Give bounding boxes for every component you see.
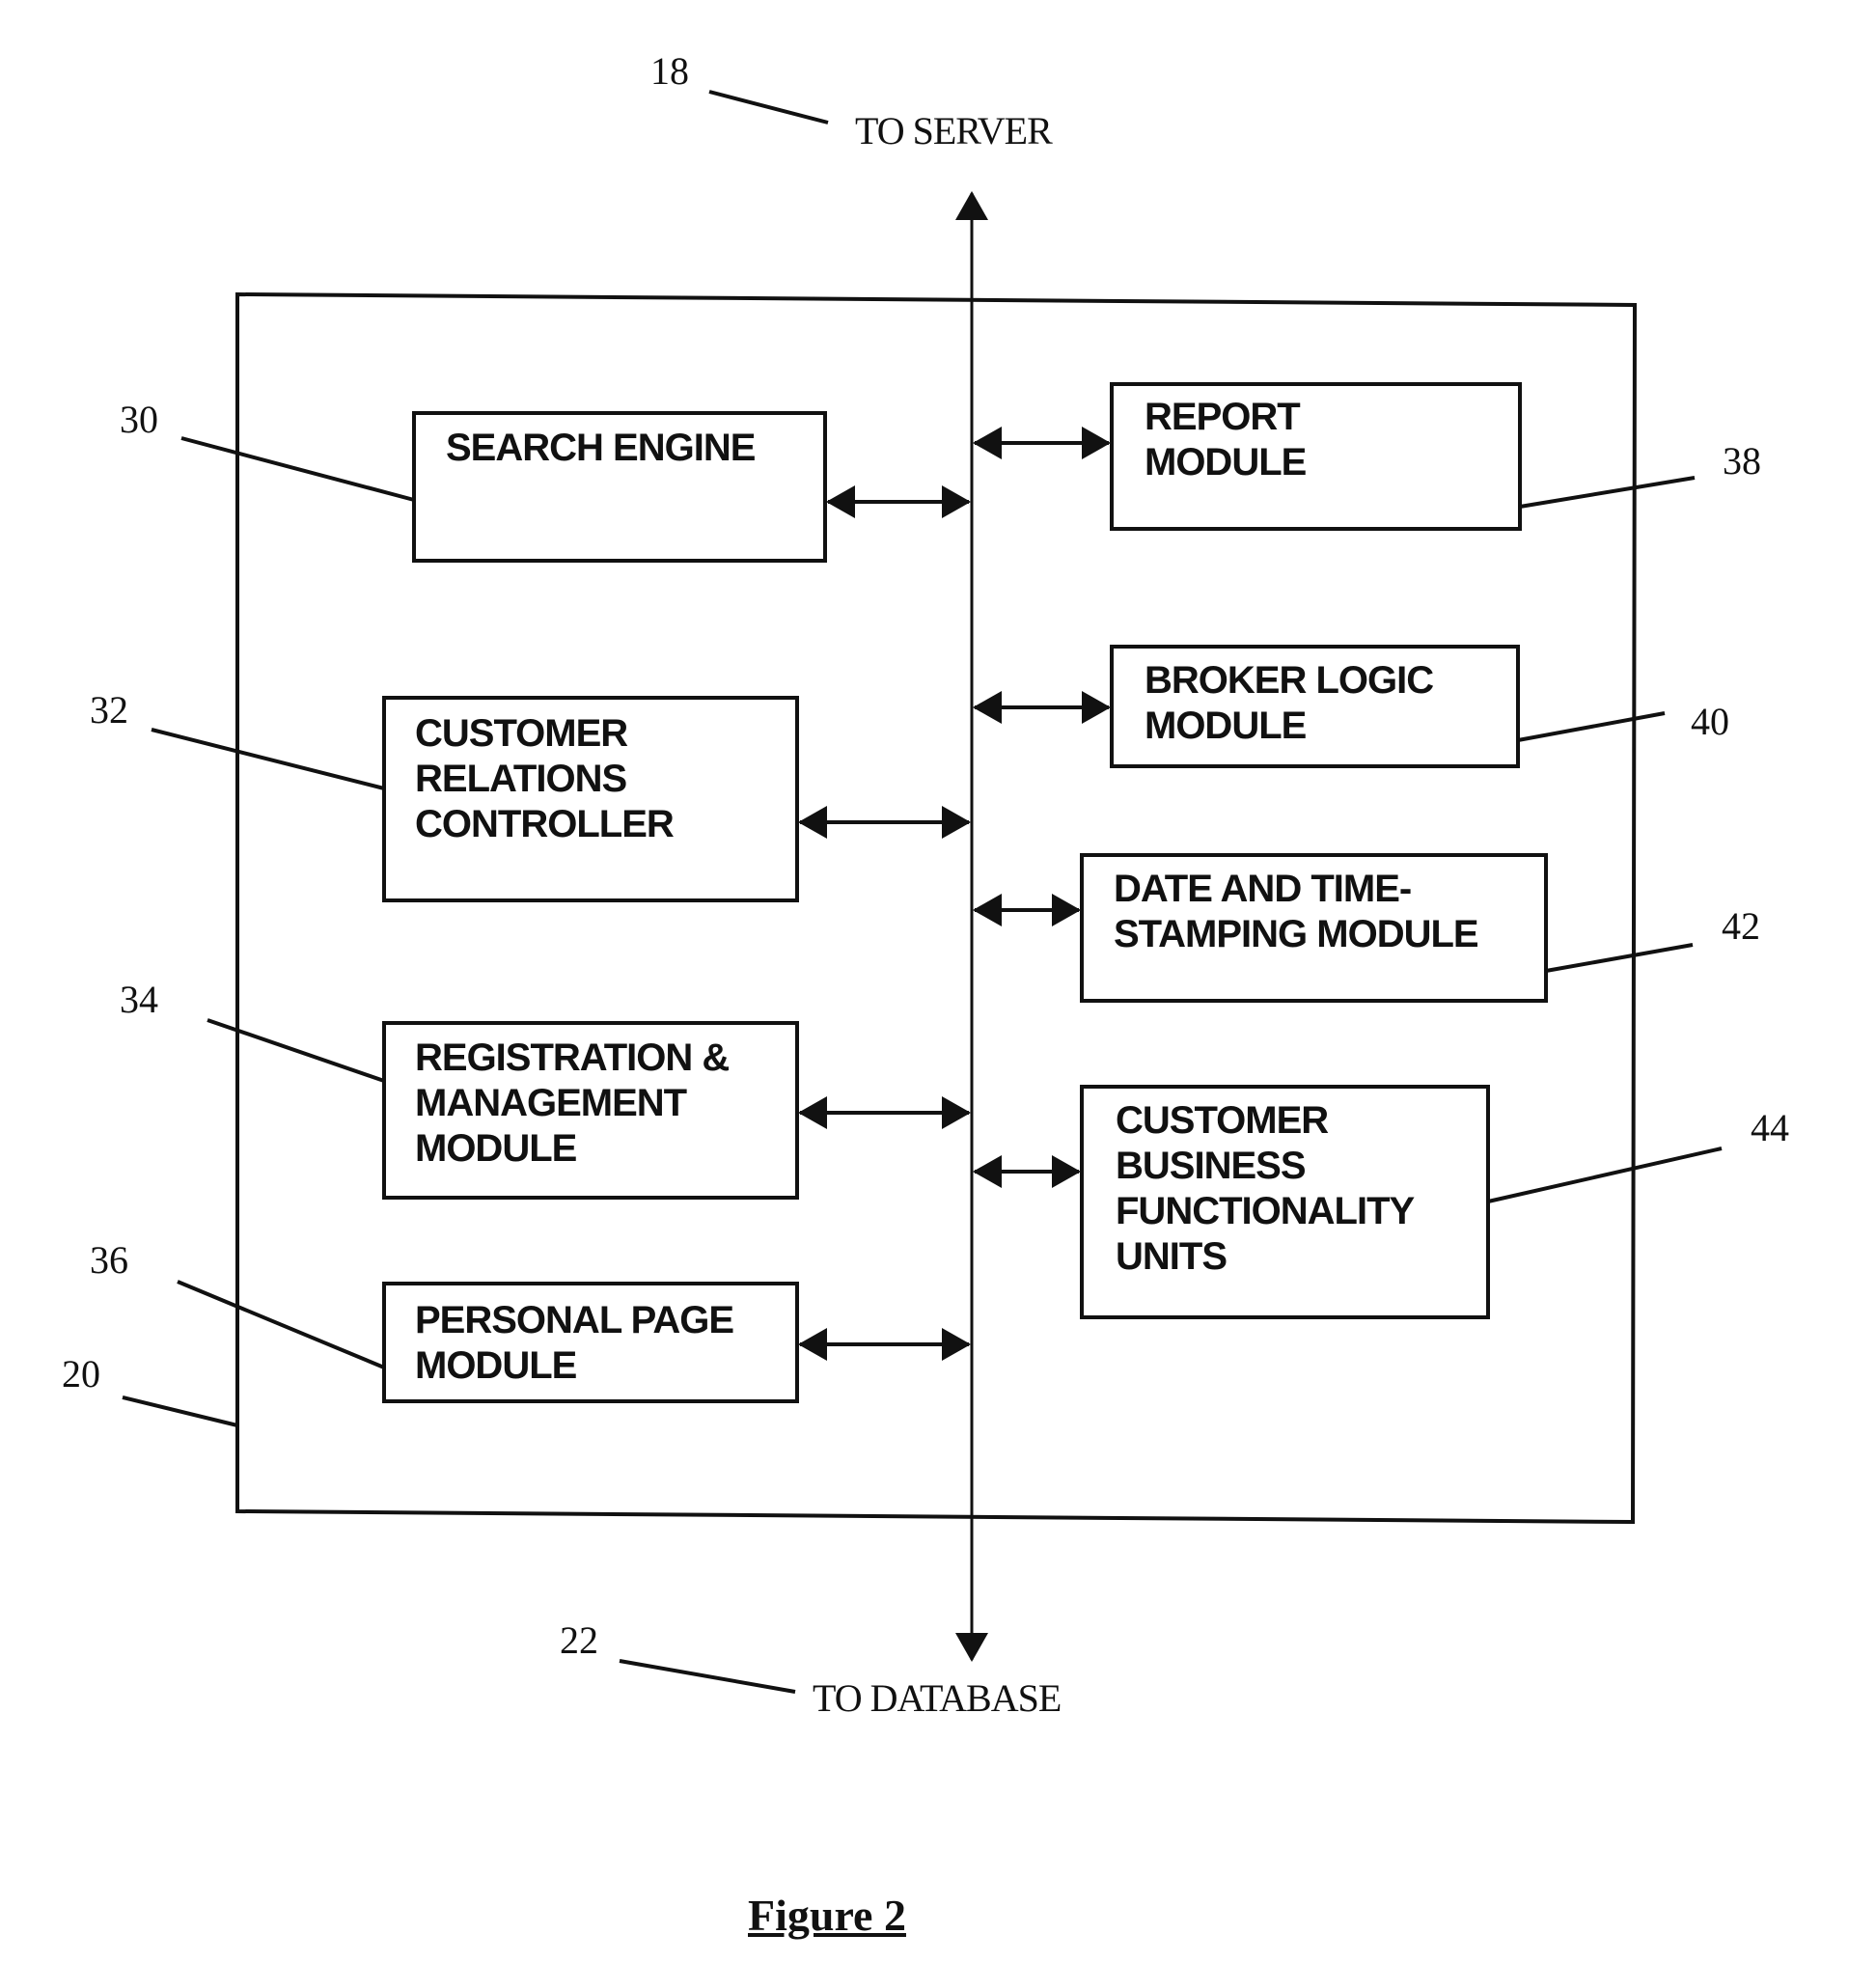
ref-20: 20: [62, 1352, 100, 1396]
ref-32: 32: [90, 688, 128, 732]
personal-page-module-label: PERSONAL PAGE MODULE: [415, 1299, 734, 1387]
ref-42: 42: [1722, 904, 1760, 948]
leader-18: [708, 90, 829, 124]
figure-caption: Figure 2: [748, 1891, 906, 1940]
ref-18: 18: [650, 49, 689, 93]
customer-relations-controller-label: CUSTOMER RELATIONS CONTROLLER: [415, 712, 675, 845]
leader-30: [180, 436, 415, 502]
search-engine-label: SEARCH ENGINE: [446, 427, 756, 469]
ref-36: 36: [90, 1238, 128, 1282]
ref-30: 30: [120, 398, 158, 441]
leader-42: [1545, 943, 1694, 973]
to-server-label: TO SERVER: [855, 109, 1053, 152]
diagram-canvas: [122, 90, 1723, 1694]
to-database-label: TO DATABASE: [813, 1676, 1062, 1720]
ref-40: 40: [1691, 700, 1729, 743]
customer-business-units-label: CUSTOMER BUSINESS FUNCTIONALITY UNITS: [1116, 1099, 1415, 1278]
leader-22: [619, 1659, 796, 1694]
ref-38: 38: [1723, 439, 1761, 483]
leader-32: [151, 728, 385, 790]
leader-34: [207, 1018, 385, 1083]
leader-36: [177, 1280, 385, 1369]
ref-22: 22: [560, 1618, 598, 1662]
ref-34: 34: [120, 978, 158, 1021]
leader-38: [1519, 476, 1696, 509]
ref-44: 44: [1751, 1106, 1789, 1149]
report-module-label: REPORT MODULE: [1145, 396, 1307, 484]
leader-40: [1517, 711, 1666, 742]
broker-logic-module-label: BROKER LOGIC MODULE: [1145, 659, 1434, 747]
registration-management-label: REGISTRATION & MANAGEMENT MODULE: [415, 1036, 730, 1170]
leader-20: [122, 1396, 238, 1427]
leader-44: [1487, 1147, 1723, 1203]
date-time-stamping-label: DATE AND TIME- STAMPING MODULE: [1114, 868, 1479, 955]
